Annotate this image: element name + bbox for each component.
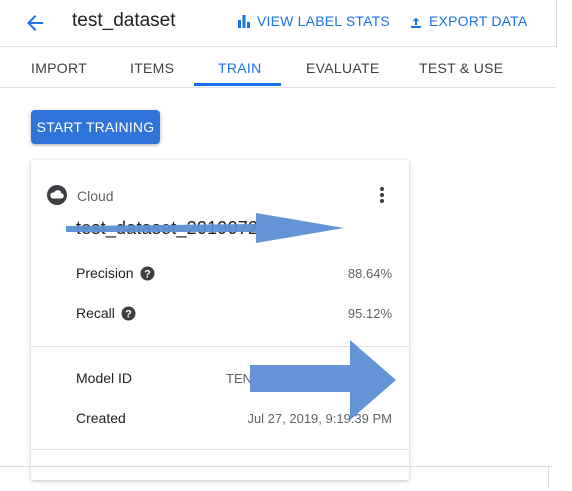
panel-edge bbox=[556, 0, 557, 48]
tab-evaluate[interactable]: EVALUATE bbox=[306, 60, 379, 76]
recall-value: 95.12% bbox=[347, 306, 392, 321]
recall-text: Recall bbox=[76, 305, 115, 321]
model-id-value: TEN bbox=[226, 371, 252, 386]
svg-text:?: ? bbox=[125, 308, 132, 320]
back-button[interactable] bbox=[23, 11, 47, 35]
model-card: Cloud test_dataset_2019072 Precision ? 8… bbox=[31, 160, 409, 480]
precision-text: Precision bbox=[76, 265, 134, 281]
redaction-arrow-large bbox=[250, 340, 396, 420]
help-icon[interactable]: ? bbox=[121, 306, 136, 321]
upload-icon bbox=[409, 14, 423, 28]
more-vert-icon[interactable] bbox=[379, 186, 385, 209]
automl-train-page: test_dataset VIEW LABEL STATS EXPORT DAT… bbox=[0, 0, 572, 491]
export-data-label: EXPORT DATA bbox=[429, 13, 528, 29]
export-data-button[interactable]: EXPORT DATA bbox=[409, 13, 527, 29]
created-label: Created bbox=[76, 410, 126, 426]
start-training-button[interactable]: START TRAINING bbox=[31, 110, 160, 144]
top-app-bar: test_dataset VIEW LABEL STATS EXPORT DAT… bbox=[0, 0, 556, 46]
arrow-back-icon bbox=[27, 15, 43, 31]
help-icon[interactable]: ? bbox=[140, 266, 155, 281]
precision-value: 88.64% bbox=[347, 266, 392, 281]
tab-bar: IMPORT ITEMS TRAIN EVALUATE TEST & USE bbox=[0, 46, 556, 88]
bar-chart-icon bbox=[237, 14, 251, 28]
dataset-title: test_dataset bbox=[72, 10, 176, 31]
redaction-arrow-small bbox=[66, 213, 344, 243]
view-label-stats-label: VIEW LABEL STATS bbox=[257, 13, 390, 29]
cloud-icon bbox=[46, 184, 68, 211]
active-tab-indicator bbox=[194, 83, 281, 86]
recall-label: Recall ? bbox=[76, 305, 136, 321]
view-label-stats-button[interactable]: VIEW LABEL STATS bbox=[237, 13, 390, 29]
tab-test-and-use[interactable]: TEST & USE bbox=[419, 60, 503, 76]
deployment-type: Cloud bbox=[77, 188, 114, 204]
bottom-rule bbox=[0, 466, 552, 467]
card-divider bbox=[31, 449, 409, 450]
model-id-label: Model ID bbox=[76, 370, 133, 386]
bottom-tick bbox=[548, 466, 549, 488]
tab-items[interactable]: ITEMS bbox=[130, 60, 174, 76]
tab-train[interactable]: TRAIN bbox=[218, 60, 262, 76]
tab-import[interactable]: IMPORT bbox=[31, 60, 87, 76]
svg-text:?: ? bbox=[144, 268, 151, 280]
precision-label: Precision ? bbox=[76, 265, 155, 281]
